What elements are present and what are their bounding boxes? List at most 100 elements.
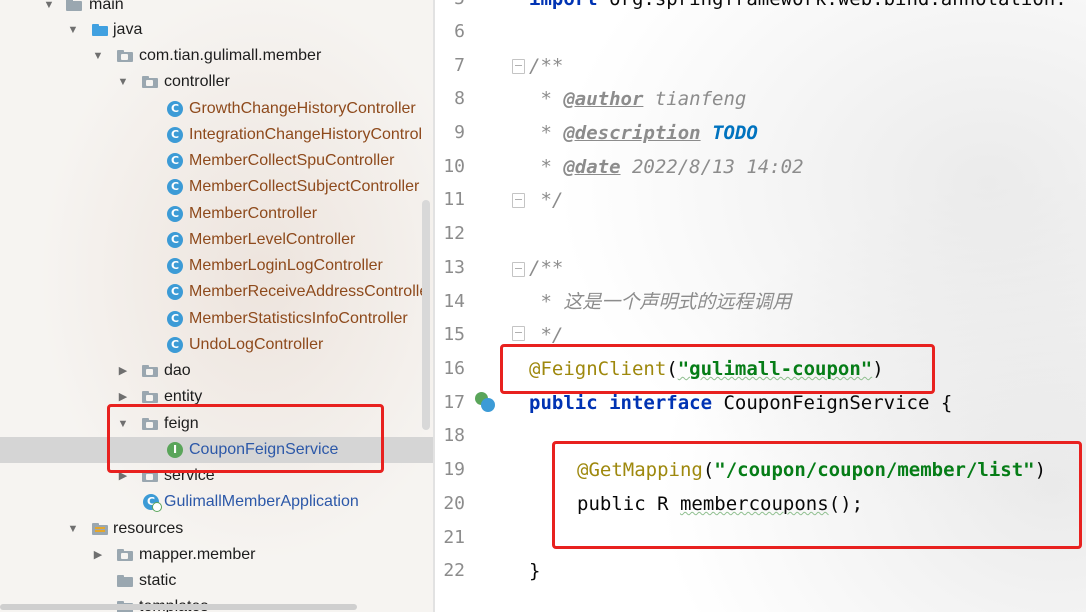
line-number: 9	[454, 122, 465, 143]
tree-item-class[interactable]: C MemberStatisticsInfoController	[0, 306, 434, 332]
line-number: 6	[454, 21, 465, 42]
keyword-token: public	[529, 392, 598, 414]
keyword-token: interface	[609, 392, 713, 414]
comment-token: *	[529, 156, 564, 178]
tree-item-class[interactable]: C GrowthChangeHistoryController	[0, 96, 434, 122]
project-tree-panel: ▼ main ▼ java ▼ com.tian.gulimall.member…	[0, 0, 434, 612]
doc-tag-token: @date	[563, 156, 621, 178]
class-icon: C	[167, 311, 183, 327]
tree-item-label: MemberCollectSpuController	[189, 152, 395, 169]
chevron-right-icon[interactable]: ▶	[116, 358, 130, 384]
implemented-interface-icon[interactable]	[475, 392, 495, 412]
line-number: 13	[443, 257, 465, 278]
code-line-9: * @description TODO	[529, 116, 758, 150]
line-number: 22	[443, 560, 465, 581]
todo-token: TODO	[712, 122, 758, 144]
tree-item-resources[interactable]: ▼ resources	[0, 516, 434, 542]
line-number: 15	[443, 324, 465, 345]
code-line-5: import org.springframework.web.bind.anno…	[529, 0, 1067, 16]
fold-toggle-icon[interactable]	[512, 193, 525, 208]
keyword-token: import	[529, 0, 598, 10]
tree-item-label: MemberCollectSubjectController	[189, 178, 420, 195]
line-number: 19	[443, 459, 465, 480]
folder-icon	[117, 575, 133, 587]
highlight-box-feign	[107, 404, 384, 473]
doc-value-token: tianfeng	[643, 88, 747, 110]
package-icon	[142, 391, 158, 403]
line-number: 17	[443, 392, 465, 413]
tree-item-package-member[interactable]: ▼ com.tian.gulimall.member	[0, 43, 434, 69]
tree-item-class[interactable]: C MemberReceiveAddressControlle	[0, 279, 434, 305]
tree-item-main[interactable]: ▼ main	[0, 0, 434, 18]
class-icon: C	[167, 337, 183, 353]
class-icon: C	[167, 232, 183, 248]
tree-item-label: static	[139, 572, 177, 589]
fold-toggle-icon[interactable]	[512, 59, 525, 74]
fold-toggle-icon[interactable]	[512, 326, 525, 341]
code-token: org.springframework.web.bind.annotation.	[598, 0, 1067, 10]
code-line-10: * @date 2022/8/13 14:02	[529, 150, 803, 184]
line-number: 18	[443, 425, 465, 446]
package-icon	[117, 549, 133, 561]
class-icon: C	[167, 101, 183, 117]
chevron-down-icon[interactable]: ▼	[66, 17, 80, 43]
tree-item-class[interactable]: C IntegrationChangeHistoryControl	[0, 122, 434, 148]
tree-item-label: MemberLevelController	[189, 231, 356, 248]
package-icon	[142, 365, 158, 377]
line-number: 11	[443, 189, 465, 210]
chevron-down-icon[interactable]: ▼	[91, 43, 105, 69]
chevron-right-icon[interactable]: ▶	[91, 542, 105, 568]
vertical-scrollbar[interactable]	[422, 200, 430, 430]
doc-tag-token: @author	[563, 88, 644, 110]
tree-item-class[interactable]: C MemberCollectSpuController	[0, 148, 434, 174]
tree-item-mapper-member[interactable]: ▶ mapper.member	[0, 542, 434, 568]
spring-app-icon: C	[143, 494, 162, 512]
tree-item-label: java	[113, 21, 143, 38]
tree-item-label: resources	[113, 520, 184, 537]
line-number: 20	[443, 493, 465, 514]
horizontal-scrollbar[interactable]	[0, 604, 357, 610]
tree-item-controller[interactable]: ▼ controller	[0, 69, 434, 95]
fold-toggle-icon[interactable]	[512, 262, 525, 277]
tree-item-class[interactable]: C MemberLevelController	[0, 227, 434, 253]
tree-item-java[interactable]: ▼ java	[0, 17, 434, 43]
code-line-11: */	[529, 189, 564, 211]
tree-item-static[interactable]: static	[0, 568, 434, 594]
chevron-down-icon[interactable]: ▼	[116, 69, 130, 95]
highlight-box-feign-client	[500, 344, 935, 394]
tree-item-label: com.tian.gulimall.member	[139, 47, 322, 64]
tree-item-label: GrowthChangeHistoryController	[189, 100, 416, 117]
code-line-8: * @author tianfeng	[529, 82, 746, 116]
tree-item-label: dao	[164, 362, 191, 379]
source-folder-icon	[92, 24, 108, 36]
line-number: 14	[443, 291, 465, 312]
tree-item-class[interactable]: C MemberController	[0, 201, 434, 227]
tree-item-label: controller	[164, 73, 230, 90]
tree-item-label: mapper.member	[139, 546, 256, 563]
code-editor[interactable]: 5 6 7 8 9 10 11 12 13 14 15 16 17 18 19 …	[435, 0, 1086, 612]
code-line-14: * 这是一个声明式的远程调用	[529, 291, 792, 313]
tree-item-label: MemberStatisticsInfoController	[189, 310, 408, 327]
line-number: 16	[443, 358, 465, 379]
class-icon: C	[167, 258, 183, 274]
class-icon: C	[167, 127, 183, 143]
chevron-down-icon[interactable]: ▼	[42, 0, 56, 18]
package-icon	[117, 50, 133, 62]
tree-item-dao[interactable]: ▶ dao	[0, 358, 434, 384]
tree-item-class[interactable]: C UndoLogController	[0, 332, 434, 358]
line-number: 7	[454, 55, 465, 76]
line-number: 8	[454, 88, 465, 109]
tree-item-application[interactable]: C GulimallMemberApplication	[0, 489, 434, 515]
tree-item-class[interactable]: C MemberCollectSubjectController	[0, 174, 434, 200]
tree-item-label: MemberReceiveAddressControlle	[189, 283, 429, 300]
comment-token: *	[529, 88, 564, 110]
line-number: 12	[443, 223, 465, 244]
line-number-gutter: 5 6 7 8 9 10 11 12 13 14 15 16 17 18 19 …	[435, 0, 510, 612]
chevron-down-icon[interactable]: ▼	[66, 516, 80, 542]
line-number: 21	[443, 527, 465, 548]
resources-folder-icon	[92, 523, 108, 535]
code-line-13: /**	[529, 257, 564, 279]
tree-item-class[interactable]: C MemberLoginLogController	[0, 253, 434, 279]
class-icon: C	[167, 153, 183, 169]
